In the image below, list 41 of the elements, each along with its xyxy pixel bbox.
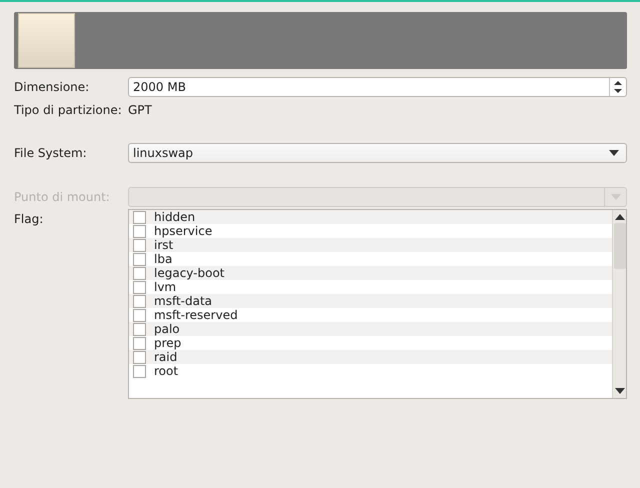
flag-item[interactable]: palo	[129, 322, 612, 336]
field-value: GPT	[128, 103, 152, 117]
checkbox[interactable]	[133, 336, 146, 350]
scroll-up-icon[interactable]	[614, 214, 624, 220]
flag-item[interactable]: raid	[129, 350, 612, 364]
partition-block[interactable]	[18, 13, 75, 68]
flag-item[interactable]: lvm	[129, 280, 612, 294]
checkbox[interactable]	[133, 322, 146, 336]
checkbox[interactable]	[133, 238, 146, 252]
field-label: Dimensione:	[14, 80, 90, 94]
size-spinbox[interactable]: 2000 MB	[128, 77, 627, 97]
spinbox-value: 2000 MB	[133, 80, 187, 94]
field-label: File System:	[14, 146, 88, 160]
flag-item[interactable]: irst	[129, 238, 612, 252]
flag-item[interactable]: legacy-boot	[129, 266, 612, 280]
checkbox[interactable]	[133, 210, 146, 224]
flag-item[interactable]: lba	[129, 252, 612, 266]
scrollbar[interactable]	[612, 210, 626, 398]
flag-item[interactable]: hidden	[129, 210, 612, 224]
checkbox[interactable]	[133, 280, 146, 294]
caret-icon	[609, 150, 619, 156]
dropdown-value: linuxswap	[133, 146, 194, 160]
scrollbar-thumb[interactable]	[614, 223, 626, 269]
checkbox[interactable]	[133, 294, 146, 308]
flag-item[interactable]: msft-data	[129, 294, 612, 308]
flag-item[interactable]: hpservice	[129, 224, 612, 238]
field-label: Punto di mount:	[14, 190, 111, 204]
caret-icon	[604, 188, 621, 206]
checkbox[interactable]	[133, 308, 146, 322]
checkbox[interactable]	[133, 266, 146, 280]
flag-item[interactable]: msft-reserved	[129, 308, 612, 322]
checkbox[interactable]	[133, 224, 146, 238]
flag-item[interactable]: prep	[129, 336, 612, 350]
checkbox[interactable]	[133, 252, 146, 266]
scroll-down-icon[interactable]	[614, 388, 624, 394]
flag-item[interactable]: root	[129, 364, 612, 378]
dropdown[interactable]: linuxswap	[128, 143, 627, 163]
field-label: Flag:	[14, 212, 44, 226]
checkbox[interactable]	[133, 350, 146, 364]
field-label: Tipo di partizione:	[14, 103, 123, 117]
checkbox[interactable]	[133, 364, 146, 378]
